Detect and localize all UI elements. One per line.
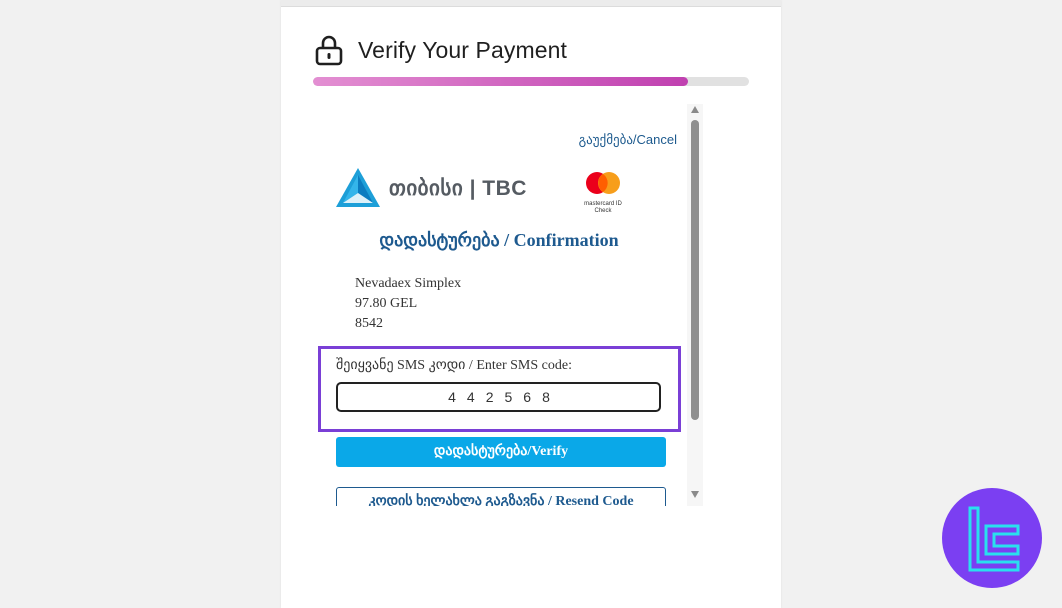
lock-icon: [315, 35, 343, 66]
scroll-thumb[interactable]: [691, 120, 699, 420]
payment-card: Verify Your Payment გაუქმება/Cancel თიბი…: [281, 0, 781, 608]
mastercard-logo: mastercard ID Check: [581, 170, 625, 215]
merchant-name: Nevadaex Simplex: [355, 276, 462, 291]
page-title: Verify Your Payment: [358, 36, 568, 63]
sms-code-input[interactable]: [336, 382, 661, 412]
confirmation-heading: დადასტურება / Confirmation: [379, 230, 619, 250]
cancel-link[interactable]: გაუქმება/Cancel: [579, 132, 677, 148]
scroll-down-arrow-icon[interactable]: [691, 491, 699, 498]
sms-code-label: შეიყვანე SMS კოდი / Enter SMS code:: [336, 358, 572, 373]
resend-code-button[interactable]: კოდის ხელახლა გაგზავნა / Resend Code: [336, 487, 666, 506]
card-brand-caption: mastercard ID Check: [584, 201, 622, 214]
bank-name: თიბისი | TBC: [389, 176, 527, 200]
card-top-bar: [281, 0, 781, 7]
progress-bar: [313, 77, 749, 86]
bank-verification-frame: გაუქმება/Cancel თიბისი | TBC mastercard …: [313, 104, 705, 506]
sms-code-highlight: შეიყვანე SMS კოდი / Enter SMS code:: [318, 346, 681, 432]
card-last-digits: 8542: [355, 316, 383, 331]
frame-scrollbar[interactable]: [687, 104, 703, 506]
scroll-up-arrow-icon[interactable]: [691, 106, 699, 113]
progress-fill: [313, 77, 688, 86]
brand-badge-logo-icon: [968, 506, 1020, 572]
title-row: Verify Your Payment: [314, 34, 567, 66]
tbc-bank-logo: თიბისი | TBC: [335, 167, 527, 209]
brand-badge-logo: [942, 488, 1042, 588]
verify-button[interactable]: დადასტურება/Verify: [336, 437, 666, 467]
tbc-triangle-logo-icon: [336, 168, 380, 207]
mastercard-logo-icon: [586, 172, 620, 194]
payment-details: Nevadaex Simplex 97.80 GEL 8542: [355, 274, 461, 334]
payment-amount: 97.80 GEL: [355, 296, 418, 311]
